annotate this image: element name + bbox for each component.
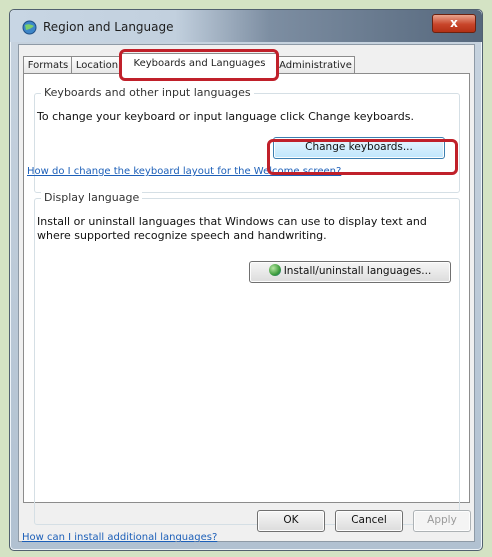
ok-button[interactable]: OK xyxy=(257,510,325,532)
install-additional-languages-link[interactable]: How can I install additional languages? xyxy=(22,532,217,543)
display-language-group-legend: Display language xyxy=(41,191,143,204)
tab-administrative[interactable]: Administrative xyxy=(276,56,355,74)
apply-button[interactable]: Apply xyxy=(413,510,471,532)
dialog-window: Region and Language x Formats Location K… xyxy=(9,9,483,551)
keyboards-group: Keyboards and other input languages To c… xyxy=(27,86,460,193)
dialog-client-area: Formats Location Keyboards and Languages… xyxy=(18,44,475,543)
region-language-icon xyxy=(22,20,37,35)
tab-location[interactable]: Location xyxy=(71,56,123,74)
title-bar[interactable]: Region and Language x xyxy=(10,10,482,42)
display-language-group: Display language Install or uninstall la… xyxy=(34,191,460,525)
shield-globe-icon xyxy=(268,264,281,276)
welcome-screen-keyboard-help-link[interactable]: How do I change the keyboard layout for … xyxy=(27,166,341,177)
change-keyboards-button[interactable]: Change keyboards... xyxy=(273,137,445,159)
close-button[interactable]: x xyxy=(432,14,476,33)
install-uninstall-languages-label: Install/uninstall languages... xyxy=(283,265,432,277)
install-uninstall-languages-button[interactable]: Install/uninstall languages... xyxy=(249,261,451,283)
display-language-description: Install or uninstall languages that Wind… xyxy=(37,215,427,242)
cancel-button[interactable]: Cancel xyxy=(335,510,403,532)
tab-panel-keyboards-and-languages: Keyboards and other input languages To c… xyxy=(22,73,470,543)
tab-formats[interactable]: Formats xyxy=(23,56,73,74)
keyboards-group-legend: Keyboards and other input languages xyxy=(41,86,254,99)
keyboards-description: To change your keyboard or input languag… xyxy=(37,110,414,123)
tab-keyboards-and-languages[interactable]: Keyboards and Languages xyxy=(121,53,278,75)
window-title: Region and Language xyxy=(43,20,174,34)
